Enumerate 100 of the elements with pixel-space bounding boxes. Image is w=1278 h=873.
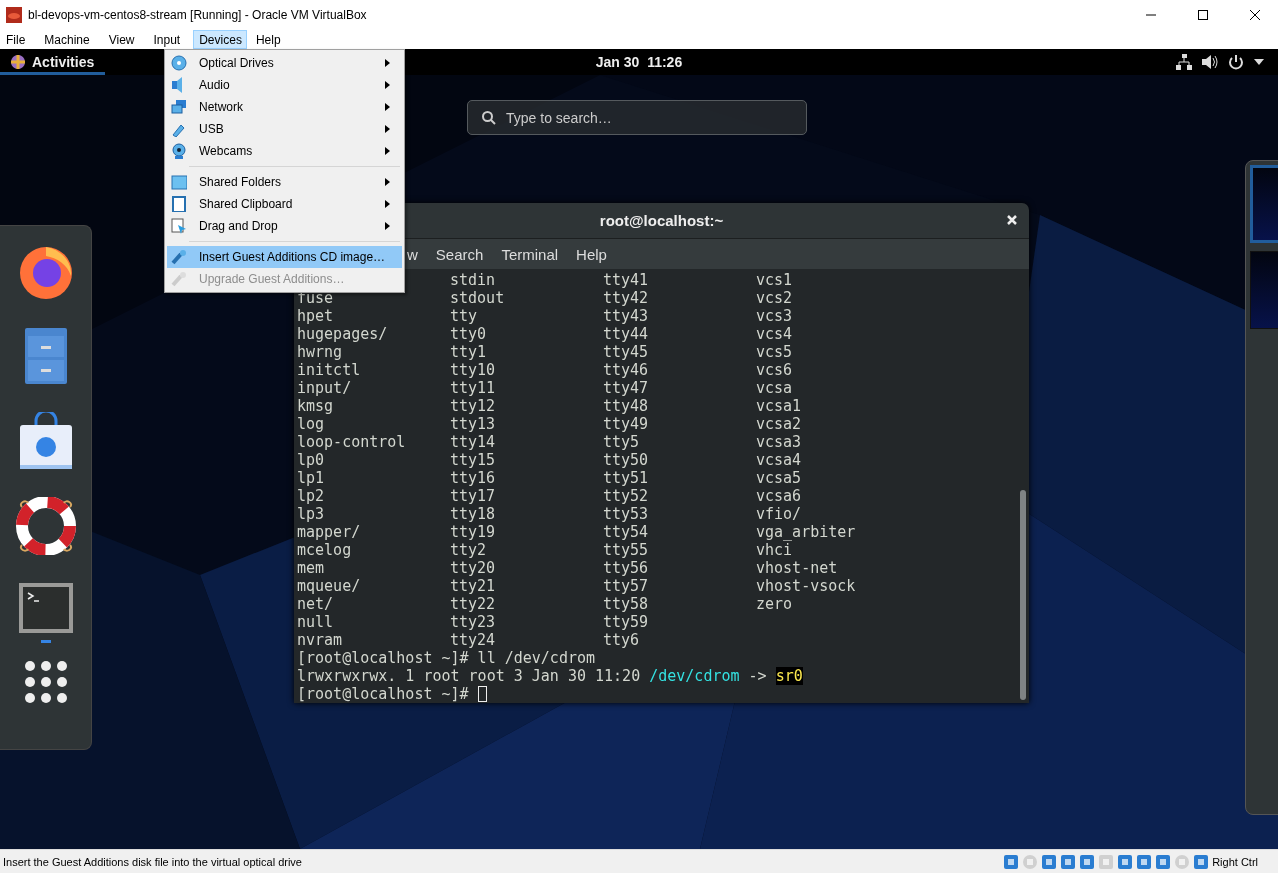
- terminal-menu-item[interactable]: Search: [435, 245, 484, 263]
- menu-item[interactable]: View: [102, 30, 140, 49]
- terminal-text: tty52: [603, 487, 650, 505]
- menu-item[interactable]: USB: [167, 118, 402, 140]
- power-icon[interactable]: [1228, 54, 1244, 70]
- webcam-icon: [171, 143, 187, 159]
- terminal-text: tty46: [603, 361, 650, 379]
- menu-item[interactable]: Shared Clipboard: [167, 193, 402, 215]
- clipboard-icon: [171, 196, 187, 212]
- maximize-icon[interactable]: [1197, 9, 1209, 21]
- menu-item[interactable]: Help: [249, 30, 286, 49]
- terminal-text: tty15: [450, 451, 497, 469]
- drag-drop-icon: [171, 218, 187, 234]
- terminal-text: vcsa2: [756, 415, 803, 433]
- terminal-text: vhost-net: [756, 559, 839, 577]
- terminal-text: tty43: [603, 307, 650, 325]
- terminal-menu-item[interactable]: Help: [576, 245, 607, 263]
- terminal-text: tty56: [603, 559, 650, 577]
- terminal-text: tty24: [450, 631, 497, 649]
- search-field[interactable]: Type to search…: [467, 100, 807, 135]
- menu-item[interactable]: Shared Folders: [167, 171, 402, 193]
- menu-item[interactable]: Insert Guest Additions CD image…: [167, 246, 402, 268]
- menu-item[interactable]: Optical Drives: [167, 52, 402, 74]
- volume-icon[interactable]: [1202, 54, 1218, 70]
- logo-icon: [10, 54, 26, 70]
- terminal-text: vcs6: [756, 361, 794, 379]
- cd-plug-icon: [171, 271, 187, 287]
- cd-plug-icon: [171, 249, 187, 265]
- terminal-text: tty22: [450, 595, 497, 613]
- menu-item[interactable]: Network: [167, 96, 402, 118]
- terminal-text: tty14: [450, 433, 497, 451]
- menu-item[interactable]: Audio: [167, 74, 402, 96]
- caret-icon[interactable]: [1254, 59, 1264, 65]
- terminal-text: tty49: [603, 415, 650, 433]
- terminal-text: vcsa5: [756, 469, 803, 487]
- terminal-text: tty57: [603, 577, 650, 595]
- terminal-text: tty41: [603, 271, 650, 289]
- menu-item[interactable]: Machine: [38, 30, 95, 49]
- shopping-bag-icon[interactable]: [18, 412, 73, 470]
- terminal-text: vcsa1: [756, 397, 803, 415]
- terminal-text: log: [297, 415, 326, 433]
- terminal-text: nvram: [297, 631, 344, 649]
- terminal-text: mqueue/: [297, 577, 362, 595]
- terminal-text: vga_arbiter: [756, 523, 857, 541]
- window-title: bl-devops-vm-centos8-stream [Running] - Oracle VM VirtualBox: [28, 8, 368, 22]
- workspace-thumbnail[interactable]: [1250, 165, 1278, 243]
- terminal-text: tty: [450, 307, 479, 325]
- terminal-text: tty16: [450, 469, 497, 487]
- terminal-text: tty0: [450, 325, 488, 343]
- clock[interactable]: Jan 30 11:26: [595, 54, 683, 70]
- terminal-text: kmsg: [297, 397, 335, 415]
- terminal-text: vcs4: [756, 325, 794, 343]
- terminal-text: tty2: [450, 541, 488, 559]
- terminal-text: tty11: [450, 379, 497, 397]
- terminal-text: vhost-vsock: [756, 577, 857, 595]
- terminal-text: tty17: [450, 487, 497, 505]
- terminal-text: vcs3: [756, 307, 794, 325]
- terminal-text: hpet: [297, 307, 335, 325]
- menu-item[interactable]: Devices: [193, 30, 247, 49]
- terminal-text: vcsa: [756, 379, 794, 397]
- terminal-menu-item[interactable]: w: [407, 245, 418, 263]
- terminal-text: hwrng: [297, 343, 344, 361]
- terminal-text: mem: [297, 559, 326, 577]
- terminal-line: [root@localhost ~]#: [297, 685, 470, 703]
- workspace-thumbnail[interactable]: [1250, 251, 1278, 329]
- terminal-text: tty13: [450, 415, 497, 433]
- file-cabinet-icon[interactable]: [23, 327, 68, 385]
- terminal-title: root@localhost:~: [599, 212, 724, 229]
- terminal-text: stdin: [450, 271, 497, 289]
- terminal-menu-item[interactable]: Terminal: [501, 245, 559, 263]
- terminal-text: tty44: [603, 325, 650, 343]
- menu-item[interactable]: Input: [147, 30, 186, 49]
- disc-icon: [171, 55, 187, 71]
- terminal-text: tty18: [450, 505, 497, 523]
- terminal-text: tty51: [603, 469, 650, 487]
- terminal-text: tty42: [603, 289, 650, 307]
- close-icon[interactable]: [1249, 9, 1261, 21]
- terminal-text: vcsa4: [756, 451, 803, 469]
- terminal-text: tty54: [603, 523, 650, 541]
- lifebuoy-icon[interactable]: [15, 497, 76, 555]
- scrollbar-thumb[interactable]: [1019, 490, 1026, 700]
- terminal-text: vcs2: [756, 289, 794, 307]
- status-message: Insert the Guest Additions disk file into the virtual optical drive: [3, 855, 303, 868]
- terminal-icon[interactable]: [17, 582, 74, 634]
- app-icon: [6, 7, 22, 23]
- terminal-text: lp0: [297, 451, 326, 469]
- menu-item[interactable]: Webcams: [167, 140, 402, 162]
- terminal-text: tty5: [603, 433, 641, 451]
- terminal-text: mapper/: [297, 523, 362, 541]
- terminal-text: lp3: [297, 505, 326, 523]
- menu-item[interactable]: Drag and Drop: [167, 215, 402, 237]
- app-grid-icon[interactable]: [24, 661, 67, 703]
- terminal-text: net/: [297, 595, 335, 613]
- terminal-text: vcs5: [756, 343, 794, 361]
- terminal-text: tty12: [450, 397, 497, 415]
- terminal-text: tty1: [450, 343, 488, 361]
- terminal-text: hugepages/: [297, 325, 389, 343]
- terminal-text: vcsa3: [756, 433, 803, 451]
- menu-item[interactable]: File: [0, 30, 31, 49]
- terminal-text: tty20: [450, 559, 497, 577]
